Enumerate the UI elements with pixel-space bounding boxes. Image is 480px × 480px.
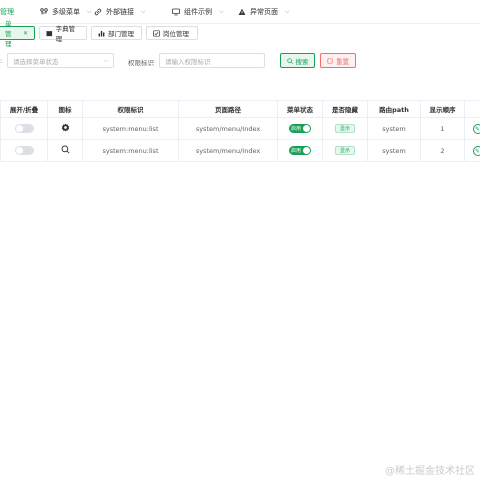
order-cell: 2 <box>420 139 465 162</box>
tab-label: 字典管理 <box>55 25 76 43</box>
search-icon <box>286 57 293 64</box>
chevron-down-icon: ⌵ <box>87 8 92 15</box>
chevron-down-icon: ⌵ <box>103 57 108 64</box>
header-icon: 图标 <box>47 100 83 118</box>
search-button[interactable]: 搜索 <box>280 53 315 68</box>
gear-icon <box>61 123 69 132</box>
visibility-tag: 显示 <box>334 124 355 133</box>
select-placeholder: 请选择菜单状态 <box>13 57 59 66</box>
checkbox-icon <box>153 29 160 37</box>
status-label: : <box>0 57 3 65</box>
permission-label: 权限标识 <box>128 59 154 67</box>
edit-icon[interactable]: ✎ <box>472 145 480 156</box>
header-actions <box>464 100 480 118</box>
network-icon <box>40 8 48 15</box>
menu-item-external-links[interactable]: 外部链接 ⌵ <box>94 7 146 17</box>
table-header-row: 展开/折叠 图标 权限标识 页面路径 菜单状态 是否隐藏 路由path 显示顺序 <box>0 100 480 118</box>
tab-label: 单管理 <box>5 20 12 48</box>
expand-switch[interactable] <box>14 124 34 133</box>
reset-button-label: 重置 <box>336 57 349 66</box>
status-switch-label: 启用 <box>291 148 302 154</box>
header-permission: 权限标识 <box>82 100 179 118</box>
header-display-order: 显示顺序 <box>420 100 465 118</box>
expand-cell <box>0 139 48 162</box>
status-cell: 启用 <box>277 117 323 140</box>
table-row: system:menu:list system/menu/Index 启用 显示… <box>0 117 480 140</box>
menu-item-label: 多级菜单 <box>52 8 80 16</box>
hidden-cell: 显示 <box>322 117 368 140</box>
chevron-down-icon: ⌵ <box>141 8 146 15</box>
status-switch[interactable]: 启用 <box>289 146 311 155</box>
edit-icon[interactable]: ✎ <box>472 123 480 134</box>
icon-cell <box>47 117 83 140</box>
link-icon <box>94 8 102 16</box>
menu-item-label: 外部链接 <box>106 8 134 16</box>
menu-item-label: 组件示例 <box>184 8 212 16</box>
search-form: : 请选择菜单状态 ⌵ 权限标识 请输入权限标识 搜索 重置 <box>0 53 480 71</box>
status-switch[interactable]: 启用 <box>289 124 311 133</box>
header-menu-status: 菜单状态 <box>277 100 323 118</box>
actions-cell: ✎ <box>464 117 480 140</box>
search-button-label: 搜索 <box>295 57 309 66</box>
route-cell: system <box>367 117 421 140</box>
page-path-cell: system/menu/Index <box>178 139 278 162</box>
permission-input[interactable]: 请输入权限标识 <box>159 53 265 68</box>
expand-switch[interactable] <box>14 146 34 155</box>
refresh-icon <box>327 57 333 64</box>
menu-item-label: 管理 <box>0 8 14 16</box>
close-icon[interactable]: ✕ <box>23 30 28 37</box>
actions-cell: ✎ <box>464 139 480 162</box>
tab-department-management[interactable]: 部门管理 <box>91 26 142 40</box>
icon-cell <box>47 139 83 162</box>
header-hidden: 是否隐藏 <box>322 100 368 118</box>
menu-item-error-pages[interactable]: 异常页面 ⌵ <box>238 7 290 17</box>
menu-item-manage[interactable]: 管理 <box>0 7 14 17</box>
chevron-down-icon: ⌵ <box>285 8 290 15</box>
expand-cell <box>0 117 48 140</box>
status-switch-label: 启用 <box>291 126 302 132</box>
bar-chart-icon <box>98 30 105 36</box>
tags-view-bar: 单管理 ✕ 字典管理 部门管理 岗位管理 <box>0 20 480 48</box>
header-expand: 展开/折叠 <box>0 100 48 118</box>
menu-item-components[interactable]: 组件示例 ⌵ <box>172 7 224 17</box>
hidden-cell: 显示 <box>322 139 368 162</box>
order-cell: 1 <box>420 117 465 140</box>
route-cell: system <box>367 139 421 162</box>
menu-table: 展开/折叠 图标 权限标识 页面路径 菜单状态 是否隐藏 路由path 显示顺序… <box>0 100 480 162</box>
table-row: system:menu:list system/menu/Index 启用 显示… <box>0 139 480 162</box>
menu-item-multilevel[interactable]: 多级菜单 ⌵ <box>40 7 92 17</box>
warning-icon <box>238 8 246 15</box>
tab-post-management[interactable]: 岗位管理 <box>146 26 198 40</box>
monitor-icon <box>172 8 180 16</box>
menu-status-select[interactable]: 请选择菜单状态 ⌵ <box>7 53 114 68</box>
permission-cell: system:menu:list <box>82 139 179 162</box>
tab-label: 部门管理 <box>108 30 134 38</box>
header-page-path: 页面路径 <box>178 100 278 118</box>
watermark: @稀土掘金技术社区 <box>385 466 475 477</box>
menu-item-label: 异常页面 <box>250 8 278 16</box>
book-icon <box>46 30 53 36</box>
visibility-tag: 显示 <box>334 146 355 155</box>
tab-menu-management[interactable]: 单管理 ✕ <box>0 20 35 48</box>
tab-label: 岗位管理 <box>163 30 189 38</box>
status-cell: 启用 <box>277 139 323 162</box>
header-route-path: 路由path <box>367 100 421 118</box>
page-path-cell: system/menu/Index <box>178 117 278 140</box>
permission-cell: system:menu:list <box>82 117 179 140</box>
input-placeholder: 请输入权限标识 <box>165 57 211 66</box>
top-menu-bar: 管理 多级菜单 ⌵ 外部链接 ⌵ 组件示例 ⌵ 异常页面 ⌵ <box>0 0 480 24</box>
chevron-down-icon: ⌵ <box>219 8 224 15</box>
tab-dictionary-management[interactable]: 字典管理 <box>39 25 87 43</box>
reset-button[interactable]: 重置 <box>320 53 356 68</box>
search-icon <box>61 145 69 154</box>
